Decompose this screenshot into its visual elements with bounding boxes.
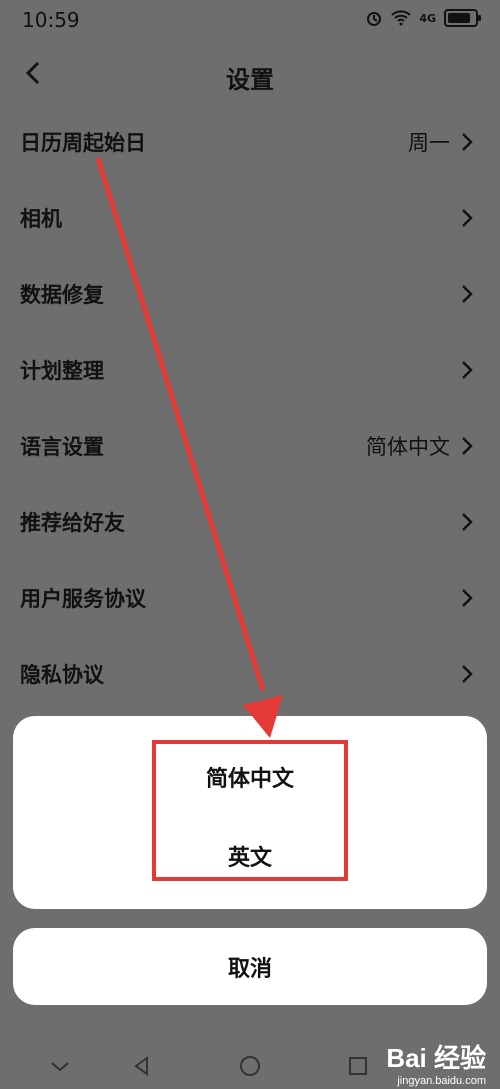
row-label: 相机 bbox=[20, 207, 62, 231]
page-title: 设置 bbox=[226, 66, 274, 94]
chevron-right-icon bbox=[462, 513, 473, 531]
settings-list: 日历周起始日 周一 相机 数据修复 计划整理 语言设置 简体中文 推荐给好友 用… bbox=[0, 105, 500, 713]
settings-row-recommend[interactable]: 推荐给好友 bbox=[0, 485, 500, 561]
chevron-right-icon bbox=[462, 133, 473, 151]
status-icons: 4G bbox=[365, 9, 481, 27]
home-circle-icon[interactable] bbox=[238, 1054, 262, 1078]
cancel-label: 取消 bbox=[227, 956, 272, 982]
baidu-jingyan-watermark: Bai 经验 jingyan.baidu.com bbox=[386, 1038, 486, 1087]
watermark-url: jingyan.baidu.com bbox=[397, 1075, 486, 1087]
settings-row-plan-organize[interactable]: 计划整理 bbox=[0, 333, 500, 409]
chevron-right-icon bbox=[462, 589, 473, 607]
chevron-right-icon bbox=[462, 665, 473, 683]
row-label: 日历周起始日 bbox=[20, 131, 146, 155]
row-label: 隐私协议 bbox=[20, 663, 104, 687]
settings-screen: 10:59 4G 设置 日历周起始日 周一 相机 数据修复 计划整理 语言设置 … bbox=[0, 0, 500, 1089]
wifi-icon bbox=[391, 10, 412, 26]
status-bar: 10:59 4G bbox=[0, 0, 500, 40]
watermark-logo: Bai 经验 bbox=[386, 1043, 486, 1073]
status-time: 10:59 bbox=[22, 8, 80, 32]
annotation-highlight-box bbox=[152, 740, 348, 881]
row-value: 周一 bbox=[408, 131, 450, 155]
chevron-right-icon bbox=[462, 285, 473, 303]
settings-row-privacy[interactable]: 隐私协议 bbox=[0, 637, 500, 713]
settings-row-language[interactable]: 语言设置 简体中文 bbox=[0, 409, 500, 485]
chevron-right-icon bbox=[462, 361, 473, 379]
nav-header: 设置 bbox=[0, 50, 500, 100]
row-label: 推荐给好友 bbox=[20, 511, 125, 535]
row-label: 语言设置 bbox=[20, 435, 104, 459]
row-label: 数据修复 bbox=[20, 283, 104, 307]
settings-row-camera[interactable]: 相机 bbox=[0, 181, 500, 257]
row-label: 计划整理 bbox=[20, 359, 104, 383]
row-label: 用户服务协议 bbox=[20, 587, 146, 611]
back-triangle-icon[interactable] bbox=[130, 1054, 154, 1078]
cancel-button[interactable]: 取消 bbox=[13, 928, 487, 1005]
recents-square-icon[interactable] bbox=[346, 1054, 370, 1078]
signal-indicator: 4G bbox=[419, 11, 436, 25]
battery-icon bbox=[444, 9, 481, 27]
alarm-icon bbox=[367, 12, 382, 26]
settings-row-week-start[interactable]: 日历周起始日 周一 bbox=[0, 105, 500, 181]
chevron-right-icon bbox=[462, 437, 473, 455]
row-value: 简体中文 bbox=[366, 435, 450, 459]
chevron-right-icon bbox=[462, 209, 473, 227]
settings-row-user-agreement[interactable]: 用户服务协议 bbox=[0, 561, 500, 637]
chevron-down-icon[interactable] bbox=[48, 1054, 72, 1078]
settings-row-data-repair[interactable]: 数据修复 bbox=[0, 257, 500, 333]
